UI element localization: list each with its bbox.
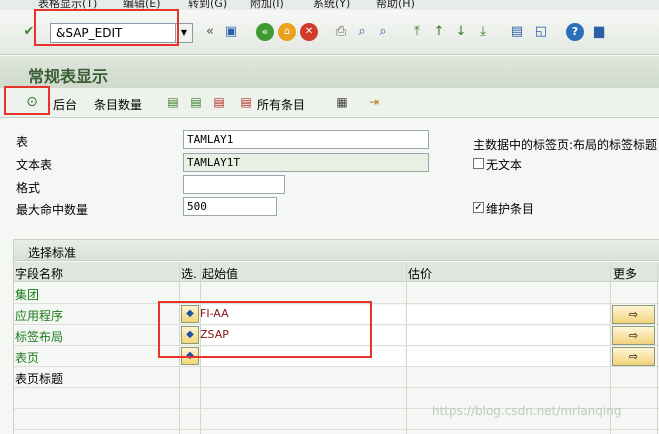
field-name-tab-page: 表页 (15, 351, 40, 365)
settings-icon[interactable]: ▦ (334, 94, 350, 110)
create-session-icon[interactable]: ▤ (508, 23, 526, 41)
delete-selection-icon[interactable]: ▤ (211, 94, 227, 110)
multiple-selection-button[interactable]: ⇨ (612, 305, 655, 324)
previous-page-icon[interactable]: ↑ (430, 23, 448, 41)
page-title: 常规表显示 (28, 67, 109, 86)
next-page-icon[interactable]: ↓ (452, 23, 470, 41)
print-icon[interactable]: ⎙ (332, 23, 350, 41)
last-page-icon[interactable]: ⤓ (474, 23, 492, 41)
menu-goto[interactable]: 转到(G) (188, 0, 227, 10)
highlight-command-field (34, 9, 179, 46)
to-value-input[interactable] (407, 305, 609, 324)
title-bar: 常规表显示 (0, 56, 659, 88)
help-icon[interactable]: ? (566, 23, 584, 41)
to-value-input[interactable] (407, 347, 609, 366)
menu-extras[interactable]: 附加(I) (250, 0, 284, 10)
all-entries-icon[interactable]: ▤ (238, 94, 254, 110)
application-toolbar: ⊙ 后台 条目数量 ▤ ▤ ▤ ▤ 所有条目 ▦ ⇥ (0, 88, 659, 118)
field-name-client: 集团 (15, 288, 40, 302)
first-page-icon[interactable]: ⤒ (408, 23, 426, 41)
selection-header: 选择标准 (14, 239, 659, 261)
collapse-chevron-icon[interactable]: « (201, 23, 219, 41)
menu-system[interactable]: 系统(Y) (313, 0, 350, 10)
maintain-entries-checkbox[interactable]: ✓ (473, 202, 484, 213)
select-fields-icon[interactable]: ▤ (165, 94, 181, 110)
table-label: 表 (16, 135, 29, 149)
format-label: 格式 (16, 181, 41, 195)
table-input[interactable]: TAMLAY1 (183, 130, 429, 149)
to-value-input[interactable] (407, 326, 609, 345)
highlight-execute-button (4, 86, 50, 115)
export-icon[interactable]: ⇥ (366, 94, 382, 110)
field-name-tab-layout: 标签布局 (15, 330, 64, 344)
find-icon[interactable]: ⌕ (353, 23, 371, 41)
selection-title: 选择标准 (28, 246, 77, 260)
cancel-icon[interactable]: ✕ (300, 23, 318, 41)
layout-menu-icon[interactable]: ▆ (590, 23, 608, 41)
column-from-value: 起始值 (202, 267, 239, 281)
menu-help[interactable]: 帮助(H) (376, 0, 415, 10)
selection-options-icon[interactable]: ▤ (188, 94, 204, 110)
background-button[interactable]: 后台 (53, 96, 77, 113)
find-next-icon[interactable]: ⌕ (374, 23, 392, 41)
highlight-selection-values (158, 301, 372, 358)
column-to-value: 估价 (408, 267, 433, 281)
multiple-selection-button[interactable]: ⇨ (612, 326, 655, 345)
shortcut-icon[interactable]: ◱ (532, 23, 550, 41)
text-table-field: TAMLAY1T (183, 153, 429, 172)
max-hits-label: 最大命中数量 (16, 203, 89, 217)
table-row: 表页标题 (14, 367, 659, 388)
table-form: 表 TAMLAY1 文本表 TAMLAY1T 格式 最大命中数量 500 主数据… (0, 119, 659, 237)
all-entries-button[interactable]: 所有条目 (257, 96, 305, 113)
watermark-text: https://blog.csdn.net/mrlanqing (432, 404, 622, 418)
back-icon[interactable]: « (256, 23, 274, 41)
column-more: 更多 (613, 267, 638, 281)
multiple-selection-button[interactable]: ⇨ (612, 347, 655, 366)
column-field-name: 字段名称 (15, 267, 64, 281)
save-icon[interactable]: ▣ (222, 23, 240, 41)
column-header: 字段名称 选. 起始值 估价 更多 (14, 262, 659, 282)
text-table-label: 文本表 (16, 158, 53, 172)
column-selection: 选. (181, 267, 197, 281)
exit-icon[interactable]: ⌂ (278, 23, 296, 41)
maintain-entries-label: 维护条目 (486, 202, 535, 216)
master-data-tab-label: 主数据中的标签页:布局的标签标题 (473, 138, 658, 152)
no-text-checkbox[interactable] (473, 158, 484, 169)
format-input[interactable] (183, 175, 285, 194)
max-hits-input[interactable]: 500 (183, 197, 277, 216)
field-name-tab-page-title: 表页标题 (15, 372, 64, 386)
field-name-application: 应用程序 (15, 309, 64, 323)
no-text-label: 无文本 (486, 158, 523, 172)
entry-count-button[interactable]: 条目数量 (94, 96, 142, 113)
